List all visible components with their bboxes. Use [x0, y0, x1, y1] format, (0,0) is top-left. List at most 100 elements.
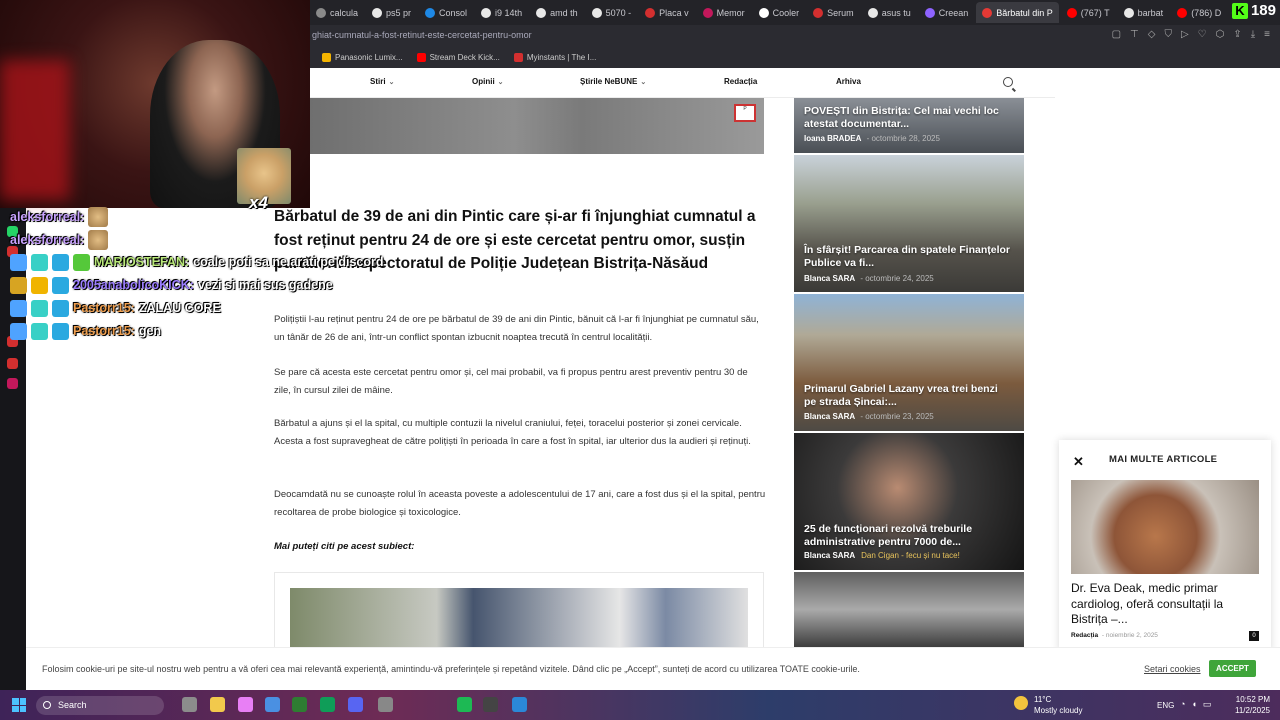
browser-tab[interactable]: asus tu	[862, 2, 917, 23]
nav-stirile-nebune[interactable]: Știrile NeBUNE ⌄	[580, 77, 646, 86]
article-paragraph: Bărbatul a ajuns și el la spital, cu mul…	[274, 418, 751, 447]
taskbar-app-icon[interactable]	[483, 697, 498, 712]
sidebar-card[interactable]: POVEȘTI din Bistrița: Cel mai vechi loc …	[794, 98, 1024, 153]
tab-label: Placa v	[659, 7, 689, 18]
wifi-icon[interactable]: ◔	[1180, 699, 1185, 710]
browser-tab[interactable]: Creean	[919, 2, 975, 23]
extensions-icon[interactable]: ⬡	[1216, 29, 1225, 40]
sidebar-card[interactable]	[794, 572, 1024, 647]
tab-label: i9 14th	[495, 7, 523, 18]
app-icon[interactable]	[7, 358, 18, 369]
webcam-light	[0, 60, 70, 200]
chat-badge-icon	[10, 322, 27, 340]
browser-tab[interactable]: Cooler	[753, 2, 806, 23]
bookmark-item[interactable]: Stream Deck Kick...	[416, 52, 500, 62]
browser-tab[interactable]: Bărbatul din P	[976, 2, 1059, 23]
language-indicator[interactable]: ENG	[1157, 701, 1174, 710]
nav-opinii[interactable]: Opinii ⌄	[472, 77, 504, 86]
search-icon	[43, 701, 51, 709]
browser-tab[interactable]: 5070 -	[586, 2, 638, 23]
chevron-down-icon: ⌄	[497, 79, 504, 86]
taskbar-app-icon[interactable]	[457, 697, 472, 712]
weather-widget[interactable]: 11°C Mostly cloudy	[1014, 694, 1082, 716]
chat-message: Pastorr15: ZALAU CORE	[10, 299, 221, 317]
sidebar-icon[interactable]: ▢	[1112, 29, 1121, 40]
sidebar-card[interactable]: Primarul Gabriel Lazany vrea trei benzi …	[794, 294, 1024, 431]
browser-tab[interactable]: (767) T	[1061, 2, 1116, 23]
browser-tab[interactable]: Placa v	[639, 2, 695, 23]
taskbar-app-icon[interactable]	[320, 697, 335, 712]
taskbar-search[interactable]: Search	[36, 696, 164, 715]
kick-icon: K	[1231, 2, 1248, 19]
browser-tab[interactable]: Serum	[807, 2, 860, 23]
tab-favicon-icon	[924, 7, 935, 18]
tab-favicon-icon	[372, 7, 383, 18]
browser-tab[interactable]: i9 14th	[475, 2, 528, 23]
article-paragraph: Se pare că acesta este cercetat pentru o…	[274, 367, 748, 396]
kick-extension-badge[interactable]: K 189	[1231, 2, 1276, 19]
browser-tab[interactable]: Memor	[697, 2, 751, 23]
chat-username: Pastorr15:	[73, 324, 135, 338]
taskbar-app-icon[interactable]	[292, 697, 307, 712]
play-icon[interactable]: ▷	[1181, 29, 1189, 40]
taskbar-app-icon[interactable]	[348, 697, 363, 712]
bookmark-item[interactable]: Panasonic Lumix...	[322, 52, 403, 62]
card-date: - octombrie 24, 2025	[858, 274, 934, 283]
bookmark-label: Stream Deck Kick...	[429, 52, 500, 62]
windows-start-icon[interactable]	[12, 698, 26, 712]
widget-article-image[interactable]	[1071, 480, 1259, 574]
browser-tab[interactable]: amd th	[530, 2, 584, 23]
close-icon[interactable]: ✕	[1073, 454, 1084, 470]
browser-tab[interactable]: ps5 pr	[366, 2, 417, 23]
cookie-settings-link[interactable]: Setari cookies	[1144, 664, 1201, 674]
browser-tab[interactable]: Consol	[419, 2, 473, 23]
widget-article-title[interactable]: Dr. Eva Deak, medic primar cardiolog, of…	[1071, 581, 1259, 628]
screen: calcula ps5 pr Consol i9 14th amd th 5070 - Pl…	[0, 0, 1280, 720]
tab-favicon-icon	[867, 7, 878, 18]
browser-tab[interactable]: calcula	[310, 2, 364, 23]
sidebar-card[interactable]: 25 de funcționari rezolvă treburile admi…	[794, 433, 1024, 570]
tab-favicon-icon	[702, 7, 713, 18]
nav-label: Stiri	[370, 77, 386, 86]
cookie-accept-button[interactable]: ACCEPT	[1209, 660, 1256, 677]
bookmark-icon[interactable]: ◇	[1148, 29, 1156, 40]
browser-tab[interactable]: (786) D	[1171, 2, 1227, 23]
volume-icon[interactable]: ◖	[1191, 699, 1196, 710]
chat-badge-icon	[52, 322, 69, 340]
nav-stiri[interactable]: Stiri ⌄	[370, 77, 394, 86]
nav-redactia[interactable]: Redacția	[724, 77, 757, 86]
heart-icon[interactable]: ♡	[1198, 29, 1207, 40]
share-icon[interactable]: ⇪	[1233, 29, 1241, 40]
shield-icon[interactable]: ⛉	[1164, 29, 1172, 40]
tab-favicon-icon	[481, 7, 492, 18]
pin-icon[interactable]: ⊤	[1130, 29, 1139, 40]
card-image	[794, 155, 1024, 292]
url-field[interactable]: ghiat-cumnatul-a-fost-retinut-este-cerce…	[312, 30, 532, 40]
menu-icon[interactable]: ≡	[1264, 29, 1270, 40]
taskbar-app-icon[interactable]	[210, 697, 225, 712]
bookmark-item[interactable]: Myinstants | The I...	[513, 52, 596, 62]
nav-arhiva[interactable]: Arhiva	[836, 77, 861, 86]
taskbar-app-icon[interactable]	[378, 697, 393, 712]
browser-tab[interactable]: barbat	[1118, 2, 1170, 23]
bookmark-favicon-icon	[416, 52, 426, 62]
taskbar-app-icon[interactable]	[512, 697, 527, 712]
related-article-card[interactable]	[274, 572, 764, 653]
sidebar-card[interactable]: În sfârșit! Parcarea din spatele Finanțe…	[794, 155, 1024, 292]
settings-icon[interactable]	[7, 378, 18, 389]
battery-icon[interactable]: ▭	[1203, 699, 1212, 710]
search-icon[interactable]	[1003, 77, 1013, 87]
widget-date: - noiembrie 2, 2025	[1100, 632, 1158, 639]
tab-favicon-icon	[1177, 7, 1188, 18]
chat-badge-icon	[10, 276, 27, 294]
taskbar-app-icon[interactable]	[238, 697, 253, 712]
taskbar-app-icon[interactable]	[182, 697, 197, 712]
tab-favicon-icon	[982, 7, 993, 18]
taskbar-app-icon[interactable]	[265, 697, 280, 712]
clock[interactable]: 10:52 PM 11/2/2025	[1235, 694, 1270, 716]
widget-date-text: noiembrie 2, 2025	[1105, 632, 1158, 639]
download-icon[interactable]: ⤓	[1251, 29, 1255, 40]
tab-label: Consol	[439, 7, 468, 18]
nav-label: Arhiva	[836, 77, 861, 86]
card-date-text: octombrie 23, 2025	[865, 412, 934, 421]
